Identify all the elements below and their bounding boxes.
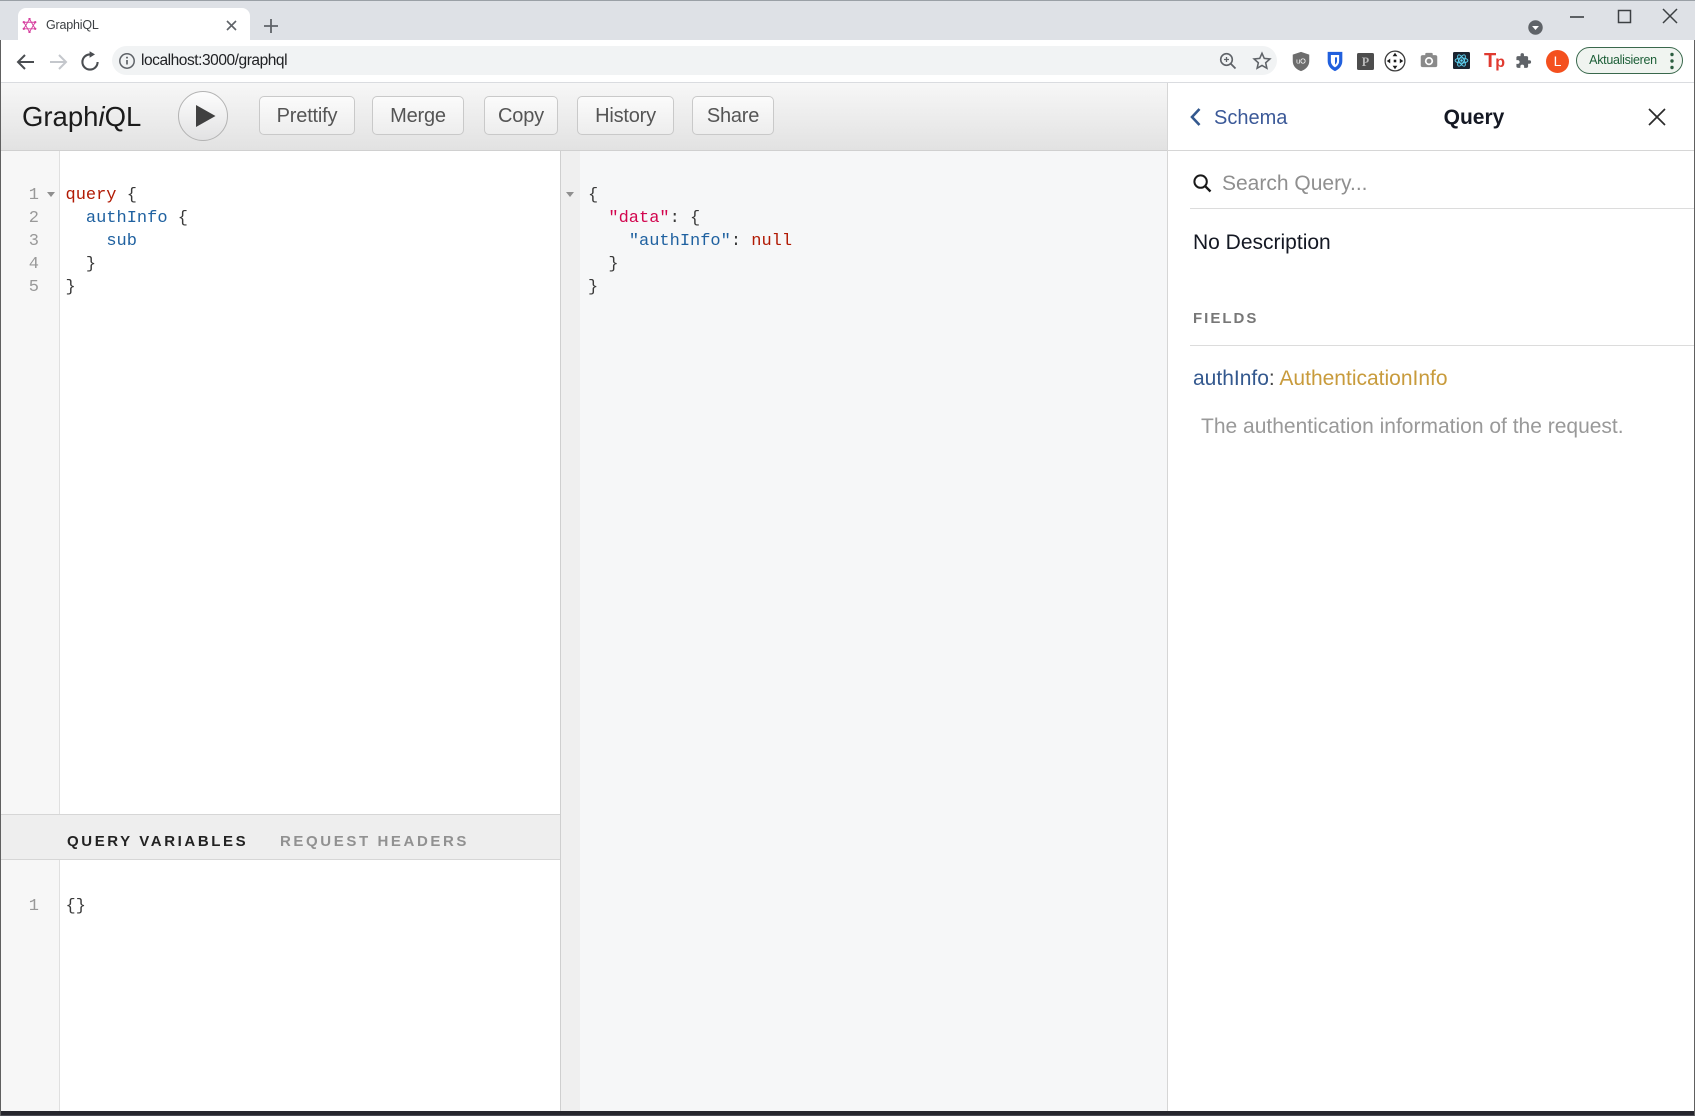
- svg-text:P: P: [1362, 55, 1370, 69]
- svg-text:uO: uO: [1296, 56, 1306, 65]
